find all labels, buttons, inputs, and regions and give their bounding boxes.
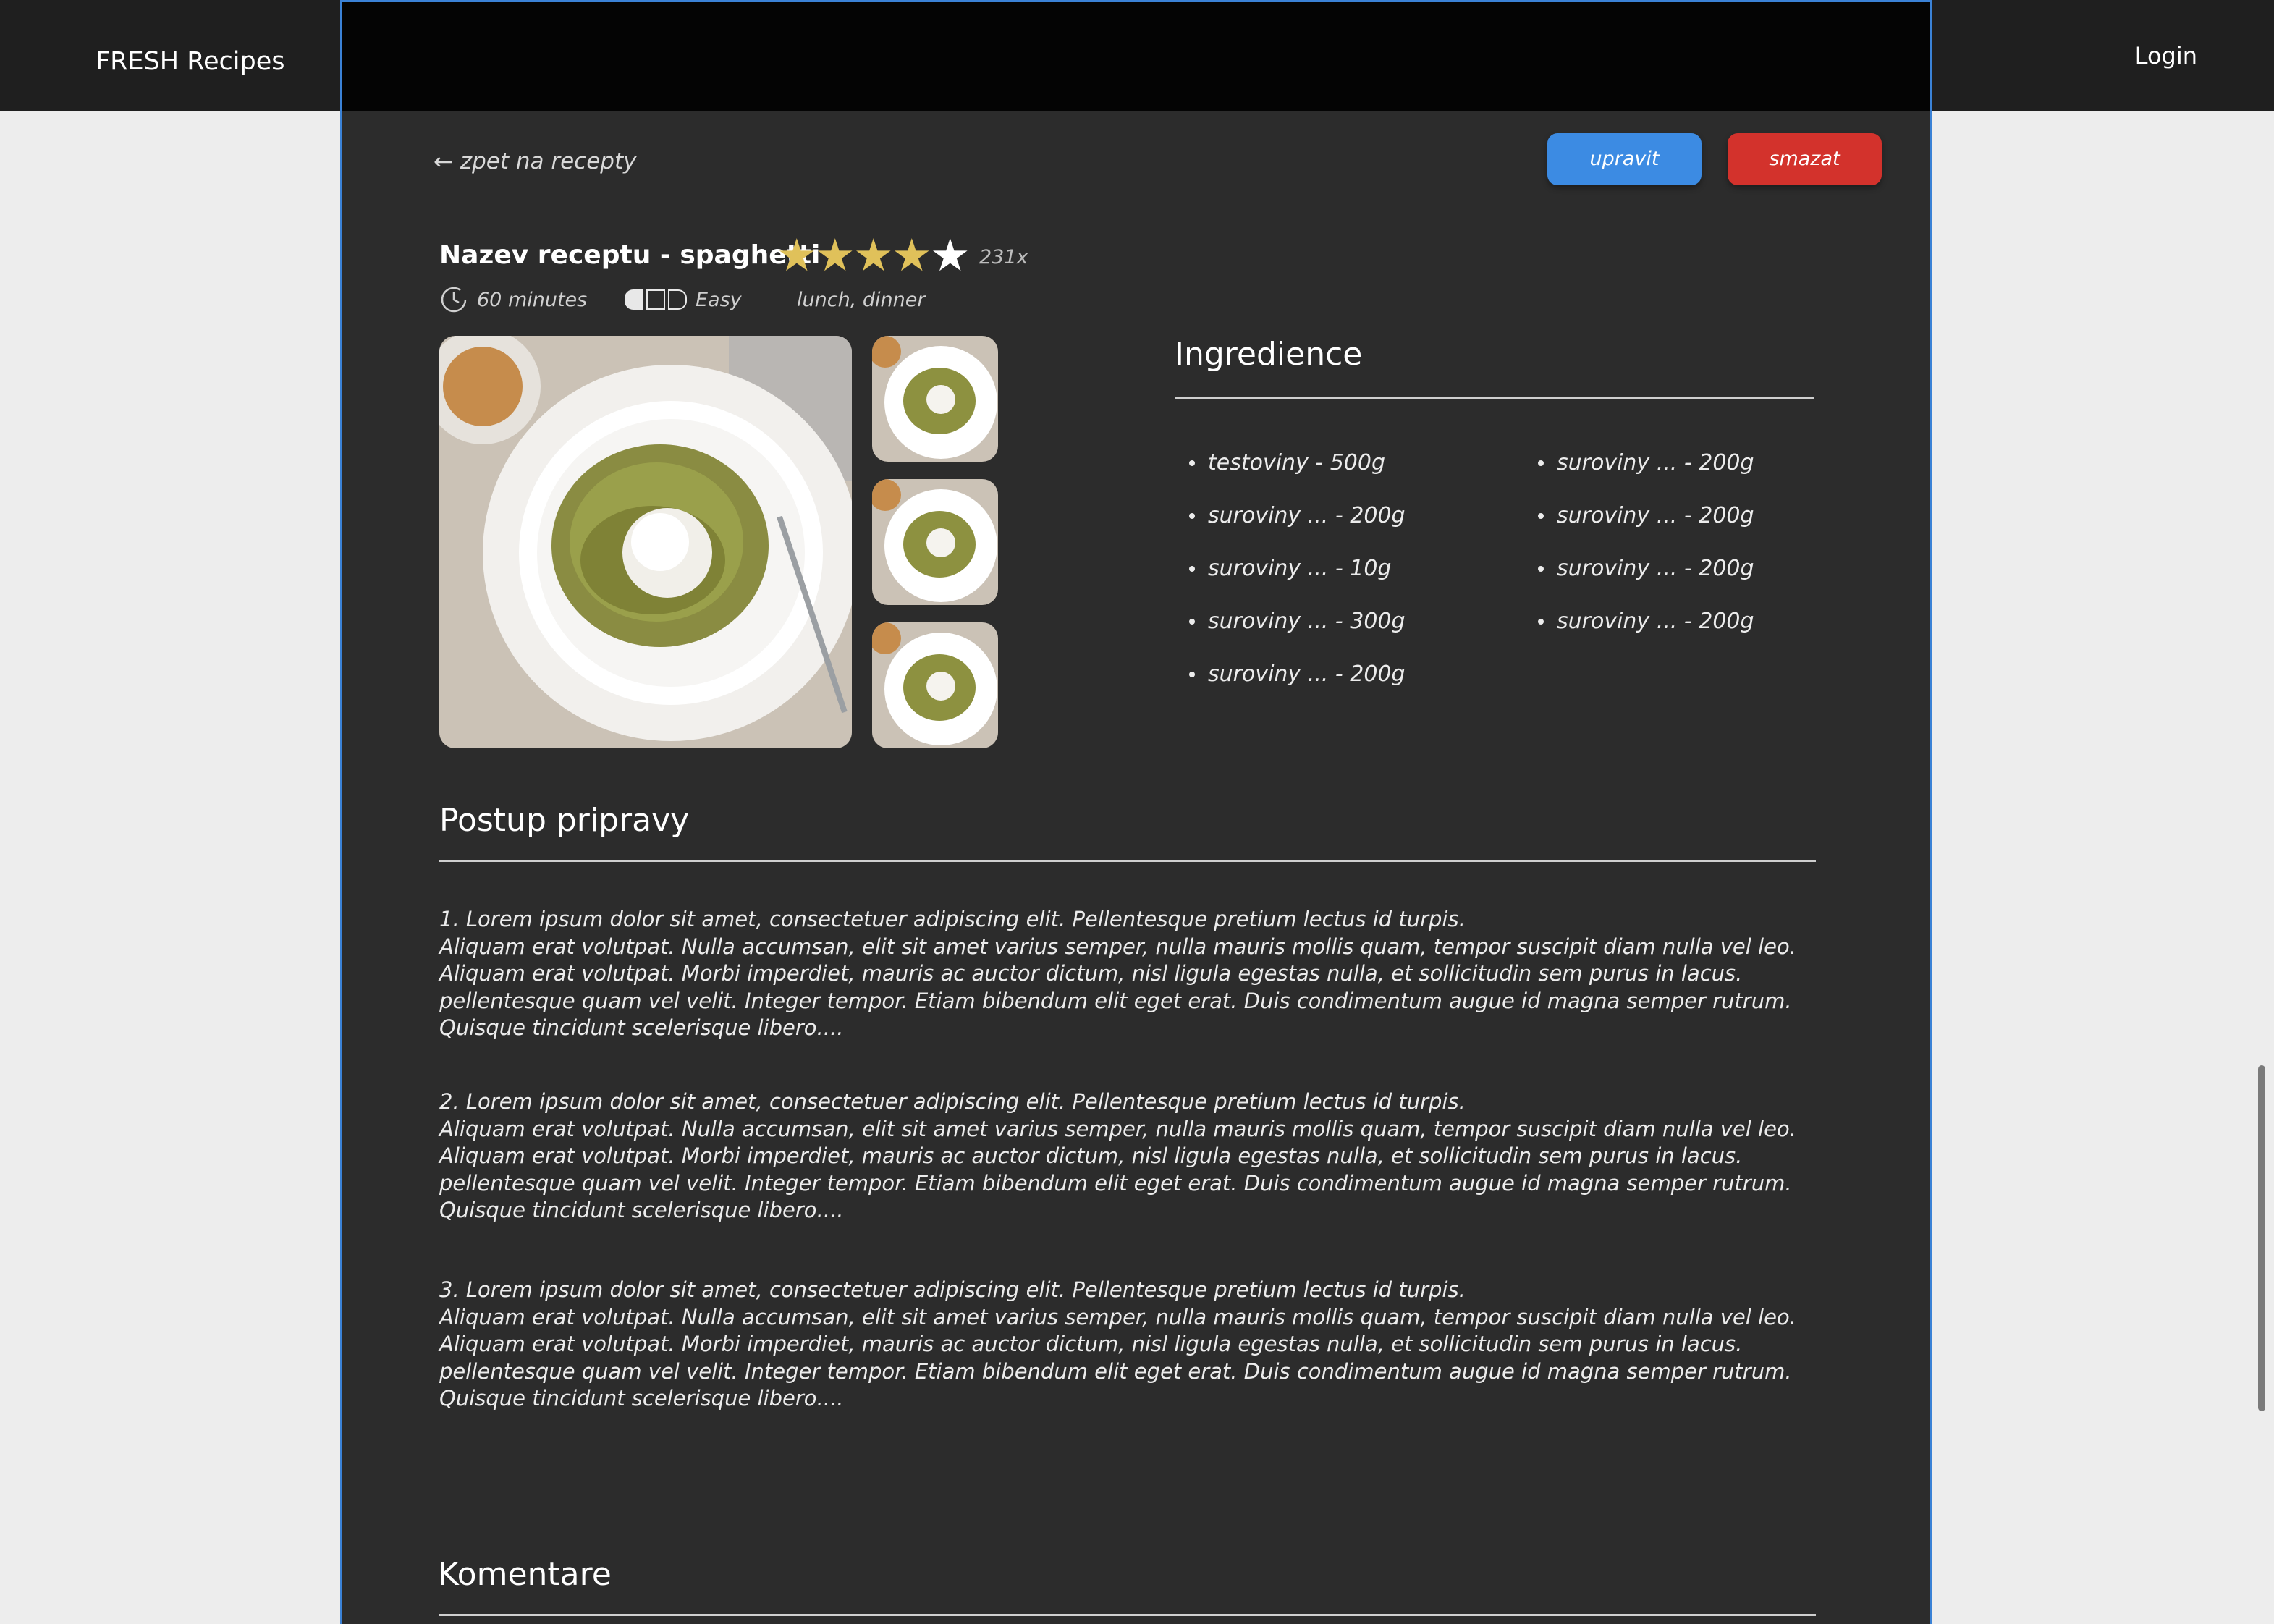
page-scrollbar-thumb[interactable] (2258, 1065, 2265, 1411)
panel-header-band (342, 0, 1930, 111)
ingredient-text: suroviny ... - 200g (1208, 661, 1406, 687)
ingredients-divider (1175, 397, 1814, 399)
ingredient-item: testoviny - 500g (1186, 441, 1406, 494)
step-text-line: 2. Lorem ipsum dolor sit amet, consectet… (439, 1089, 1466, 1114)
ingredient-text: suroviny ... - 200g (1208, 503, 1406, 528)
step-text-line: Aliquam erat volutpat. Morbi imperdiet, … (439, 1143, 1743, 1168)
pasta-photo (439, 336, 852, 748)
bullet-icon (1538, 513, 1544, 519)
step-text-line: pellentesque quam vel velit. Integer tem… (439, 1170, 1792, 1196)
step-text-line: Aliquam erat volutpat. Nulla accumsan, e… (439, 934, 1796, 959)
recipe-detail-panel: ← zpet na recepty upravit smazat Nazev r… (340, 0, 1932, 1624)
star-filled-icon[interactable]: ★ (815, 230, 855, 281)
star-filled-icon[interactable]: ★ (892, 230, 932, 281)
ingredient-item: suroviny ... - 200g (1535, 600, 1754, 653)
bullet-icon (1538, 566, 1544, 572)
ingredient-text: suroviny ... - 200g (1557, 503, 1754, 528)
ingredient-item: suroviny ... - 200g (1186, 653, 1406, 706)
comments-divider (439, 1614, 1816, 1616)
ingredients-list-left: testoviny - 500g suroviny ... - 200g sur… (1186, 441, 1406, 706)
back-link-label: zpet na recepty (460, 148, 637, 174)
step-text-line: Quisque tincidunt scelerisque libero.... (439, 1015, 844, 1040)
arrow-left-icon: ← (434, 148, 453, 175)
back-to-recipes-link[interactable]: ← zpet na recepty (434, 143, 636, 179)
difficulty-meter-icon (625, 289, 687, 310)
preparation-step: 2. Lorem ipsum dolor sit amet, consectet… (439, 1088, 1836, 1225)
step-text-line: Quisque tincidunt scelerisque libero.... (439, 1386, 844, 1411)
bullet-icon (1189, 619, 1195, 625)
step-text-line: Aliquam erat volutpat. Nulla accumsan, e… (439, 1116, 1796, 1141)
bullet-icon (1189, 513, 1195, 519)
ingredient-text: suroviny ... - 10g (1208, 556, 1392, 581)
step-text-line: Aliquam erat volutpat. Morbi imperdiet, … (439, 961, 1743, 986)
delete-button[interactable]: smazat (1728, 133, 1882, 185)
pasta-thumbnail-image (872, 479, 998, 605)
step-text-line: pellentesque quam vel velit. Integer tem… (439, 988, 1792, 1013)
ingredient-text: suroviny ... - 200g (1557, 450, 1754, 475)
pasta-thumbnail-image (872, 336, 998, 462)
bullet-icon (1189, 566, 1195, 572)
meal-tags: lunch, dinner (797, 288, 926, 311)
main-recipe-photo[interactable] (439, 336, 852, 748)
ingredient-text: testoviny - 500g (1208, 450, 1386, 475)
rating-stars[interactable]: ★ ★ ★ ★ ★ (777, 230, 971, 281)
ingredient-item: suroviny ... - 200g (1535, 441, 1754, 494)
recipe-thumbnail[interactable] (872, 479, 998, 605)
bullet-icon (1189, 672, 1195, 677)
step-text-line: 3. Lorem ipsum dolor sit amet, consectet… (439, 1277, 1466, 1302)
star-empty-icon[interactable]: ★ (930, 230, 971, 281)
ingredient-text: suroviny ... - 200g (1557, 556, 1754, 581)
ingredient-item: suroviny ... - 200g (1186, 494, 1406, 547)
star-filled-icon[interactable]: ★ (853, 230, 894, 281)
rating-count: 231x (979, 246, 1028, 268)
ingredients-list-right: suroviny ... - 200g suroviny ... - 200g … (1535, 441, 1754, 653)
preparation-step: 1. Lorem ipsum dolor sit amet, consectet… (439, 906, 1836, 1042)
difficulty-segment (668, 289, 687, 310)
bullet-icon (1538, 619, 1544, 625)
recipe-title: Nazev receptu - spaghetti (439, 240, 821, 270)
ingredient-item: suroviny ... - 200g (1535, 494, 1754, 547)
pasta-thumbnail-image (872, 622, 998, 748)
step-text-line: Aliquam erat volutpat. Nulla accumsan, e… (439, 1304, 1796, 1329)
step-text-line: Aliquam erat volutpat. Morbi imperdiet, … (439, 1332, 1743, 1356)
edit-button[interactable]: upravit (1547, 133, 1702, 185)
bullet-icon (1189, 460, 1195, 466)
step-text-line: 1. Lorem ipsum dolor sit amet, consectet… (439, 907, 1466, 931)
cook-time: 60 minutes (439, 282, 587, 317)
ingredient-item: suroviny ... - 10g (1186, 547, 1406, 600)
difficulty: Easy (625, 282, 742, 317)
ingredient-text: suroviny ... - 300g (1208, 609, 1406, 634)
difficulty-segment (646, 289, 665, 310)
comments-heading: Komentare (438, 1556, 612, 1593)
ingredient-item: suroviny ... - 300g (1186, 600, 1406, 653)
star-filled-icon[interactable]: ★ (777, 230, 817, 281)
recipe-thumbnail[interactable] (872, 336, 998, 462)
recipe-thumbnail[interactable] (872, 622, 998, 748)
cook-time-value: 60 minutes (477, 288, 588, 311)
difficulty-label: Easy (696, 288, 742, 311)
ingredients-heading: Ingredience (1175, 336, 1363, 373)
step-text-line: Quisque tincidunt scelerisque libero.... (439, 1198, 844, 1222)
preparation-step: 3. Lorem ipsum dolor sit amet, consectet… (439, 1277, 1836, 1413)
ingredient-item: suroviny ... - 200g (1535, 547, 1754, 600)
ingredient-text: suroviny ... - 200g (1557, 609, 1754, 634)
preparation-heading: Postup pripravy (439, 802, 690, 839)
login-link[interactable]: Login (2135, 38, 2197, 74)
bullet-icon (1538, 460, 1544, 466)
preparation-divider (439, 860, 1816, 862)
difficulty-segment (625, 289, 643, 310)
brand-logo-text[interactable]: FRESH Recipes (96, 42, 284, 81)
step-text-line: pellentesque quam vel velit. Integer tem… (439, 1358, 1792, 1384)
clock-icon (441, 287, 467, 313)
